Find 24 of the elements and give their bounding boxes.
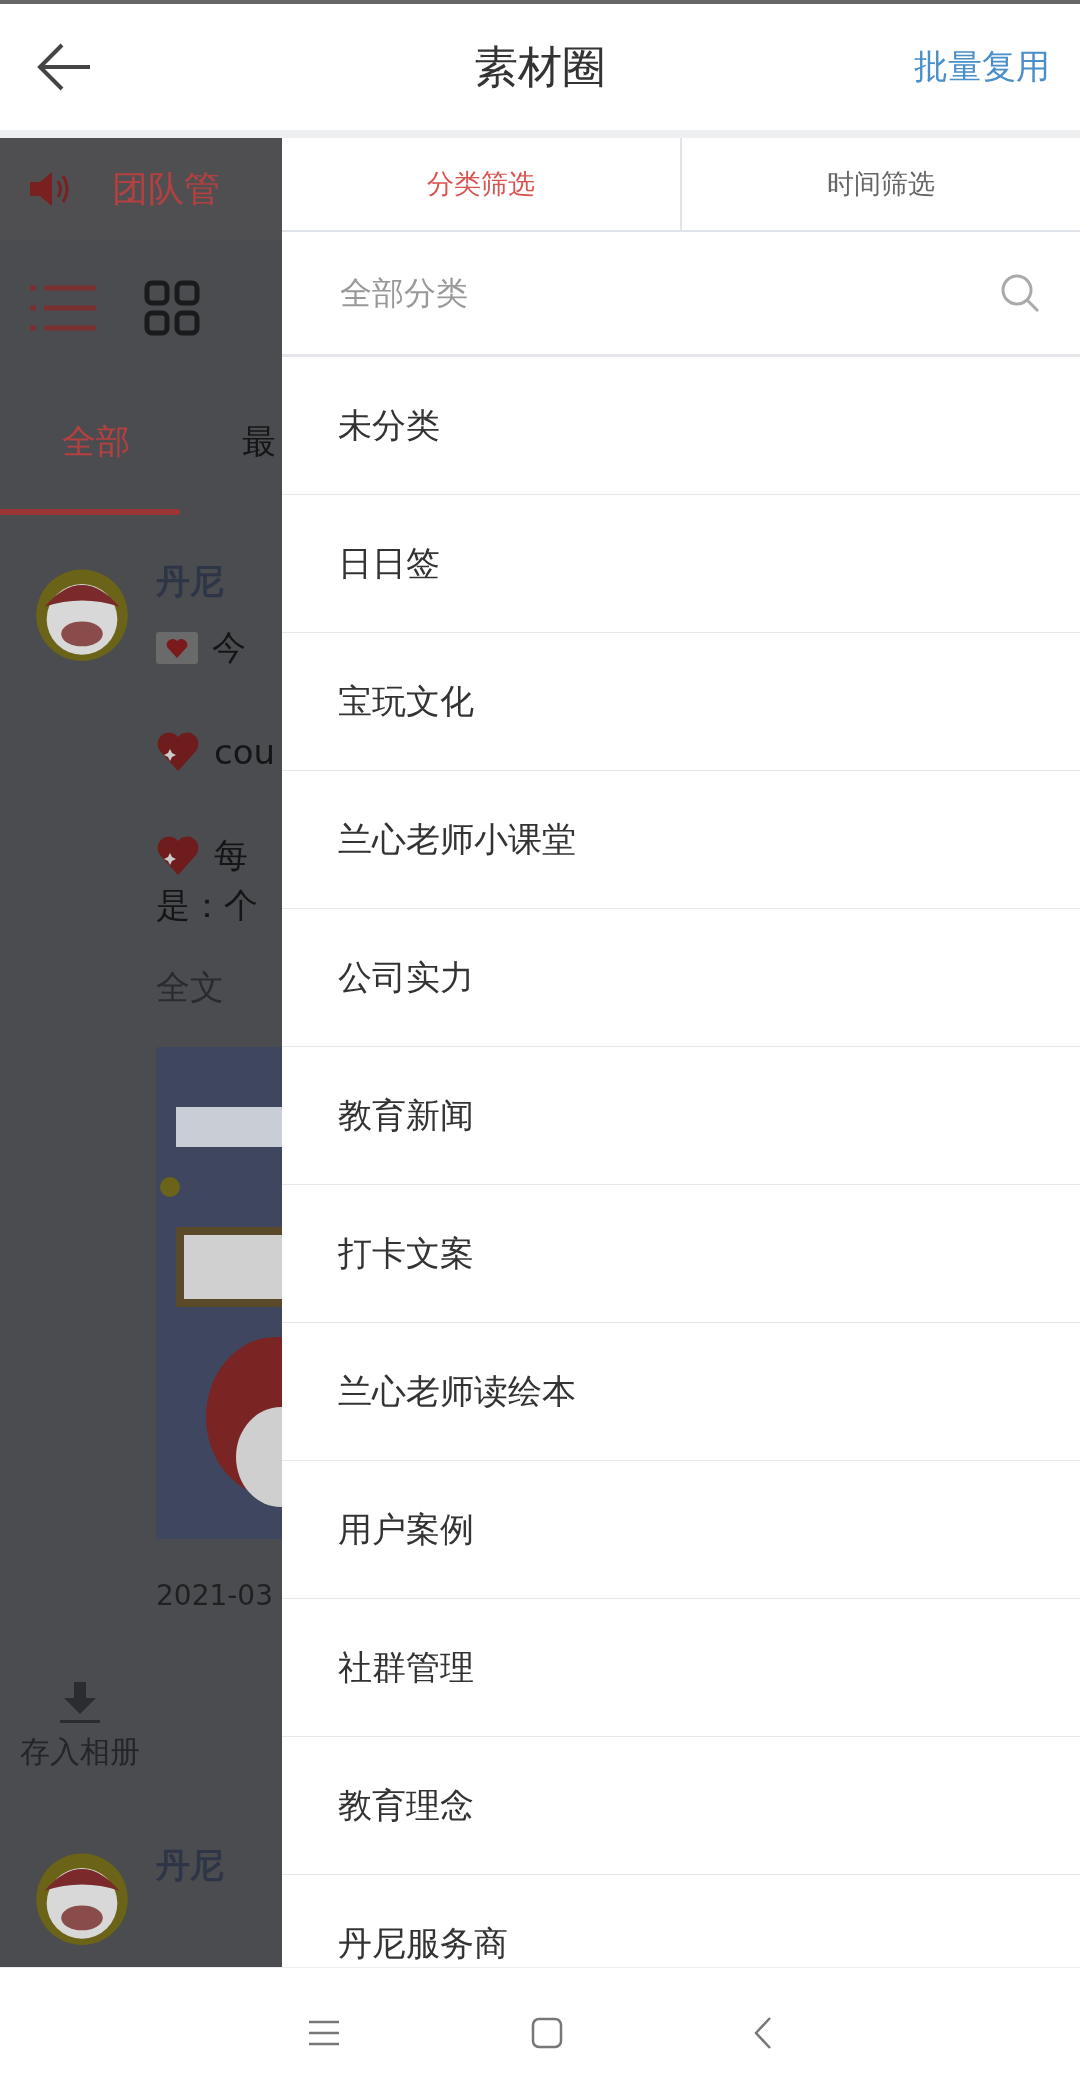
category-item[interactable]: 兰心老师读绘本: [282, 1323, 1080, 1461]
post-text: 今: [212, 626, 246, 669]
menu-icon[interactable]: [307, 2020, 341, 2046]
category-item[interactable]: 教育理念: [282, 1737, 1080, 1875]
category-item[interactable]: 宝玩文化: [282, 633, 1080, 771]
home-icon[interactable]: [531, 2017, 563, 2049]
post-text: cou: [214, 732, 276, 772]
heart-icon: [156, 835, 200, 877]
category-item[interactable]: 社群管理: [282, 1599, 1080, 1737]
category-item[interactable]: 用户案例: [282, 1461, 1080, 1599]
category-item[interactable]: 打卡文案: [282, 1185, 1080, 1323]
category-item[interactable]: 日日签: [282, 495, 1080, 633]
category-item[interactable]: 未分类: [282, 357, 1080, 495]
notice-text: 团队管: [112, 166, 220, 211]
category-item[interactable]: 兰心老师小课堂: [282, 771, 1080, 909]
back-icon[interactable]: [753, 2016, 773, 2050]
heart-icon: [156, 731, 200, 773]
post-text: 每: [214, 834, 248, 877]
search-icon[interactable]: [1000, 273, 1040, 313]
category-item[interactable]: 公司实力: [282, 909, 1080, 1047]
page-title: 素材圈: [474, 40, 606, 94]
back-button[interactable]: [36, 42, 92, 92]
post-text: 是：个: [156, 884, 258, 927]
category-item[interactable]: 教育新闻: [282, 1047, 1080, 1185]
